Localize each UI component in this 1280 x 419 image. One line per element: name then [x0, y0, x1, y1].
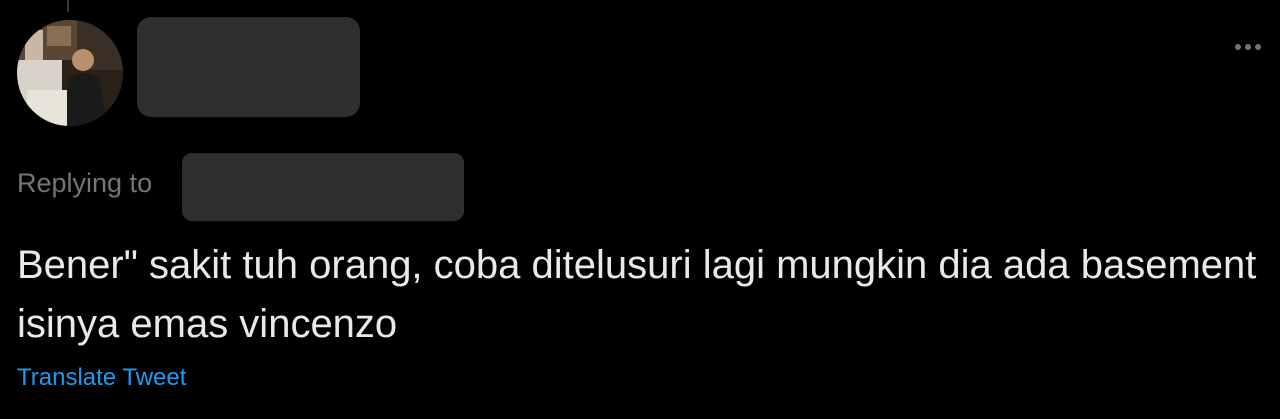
replying-to-label: Replying to [17, 167, 153, 198]
tweet-text: Bener" sakit tuh orang, coba ditelusuri … [17, 243, 1268, 346]
thread-connector-line [67, 0, 69, 12]
more-horizontal-icon [1235, 44, 1261, 50]
redacted-display-name [137, 17, 360, 117]
avatar-photo [17, 20, 123, 126]
replying-to-row: Replying to [17, 153, 152, 221]
avatar[interactable] [17, 20, 123, 126]
translate-tweet-link[interactable]: Translate Tweet [17, 366, 186, 390]
redacted-reply-handle[interactable] [182, 153, 464, 221]
more-options-button[interactable] [1228, 32, 1268, 62]
